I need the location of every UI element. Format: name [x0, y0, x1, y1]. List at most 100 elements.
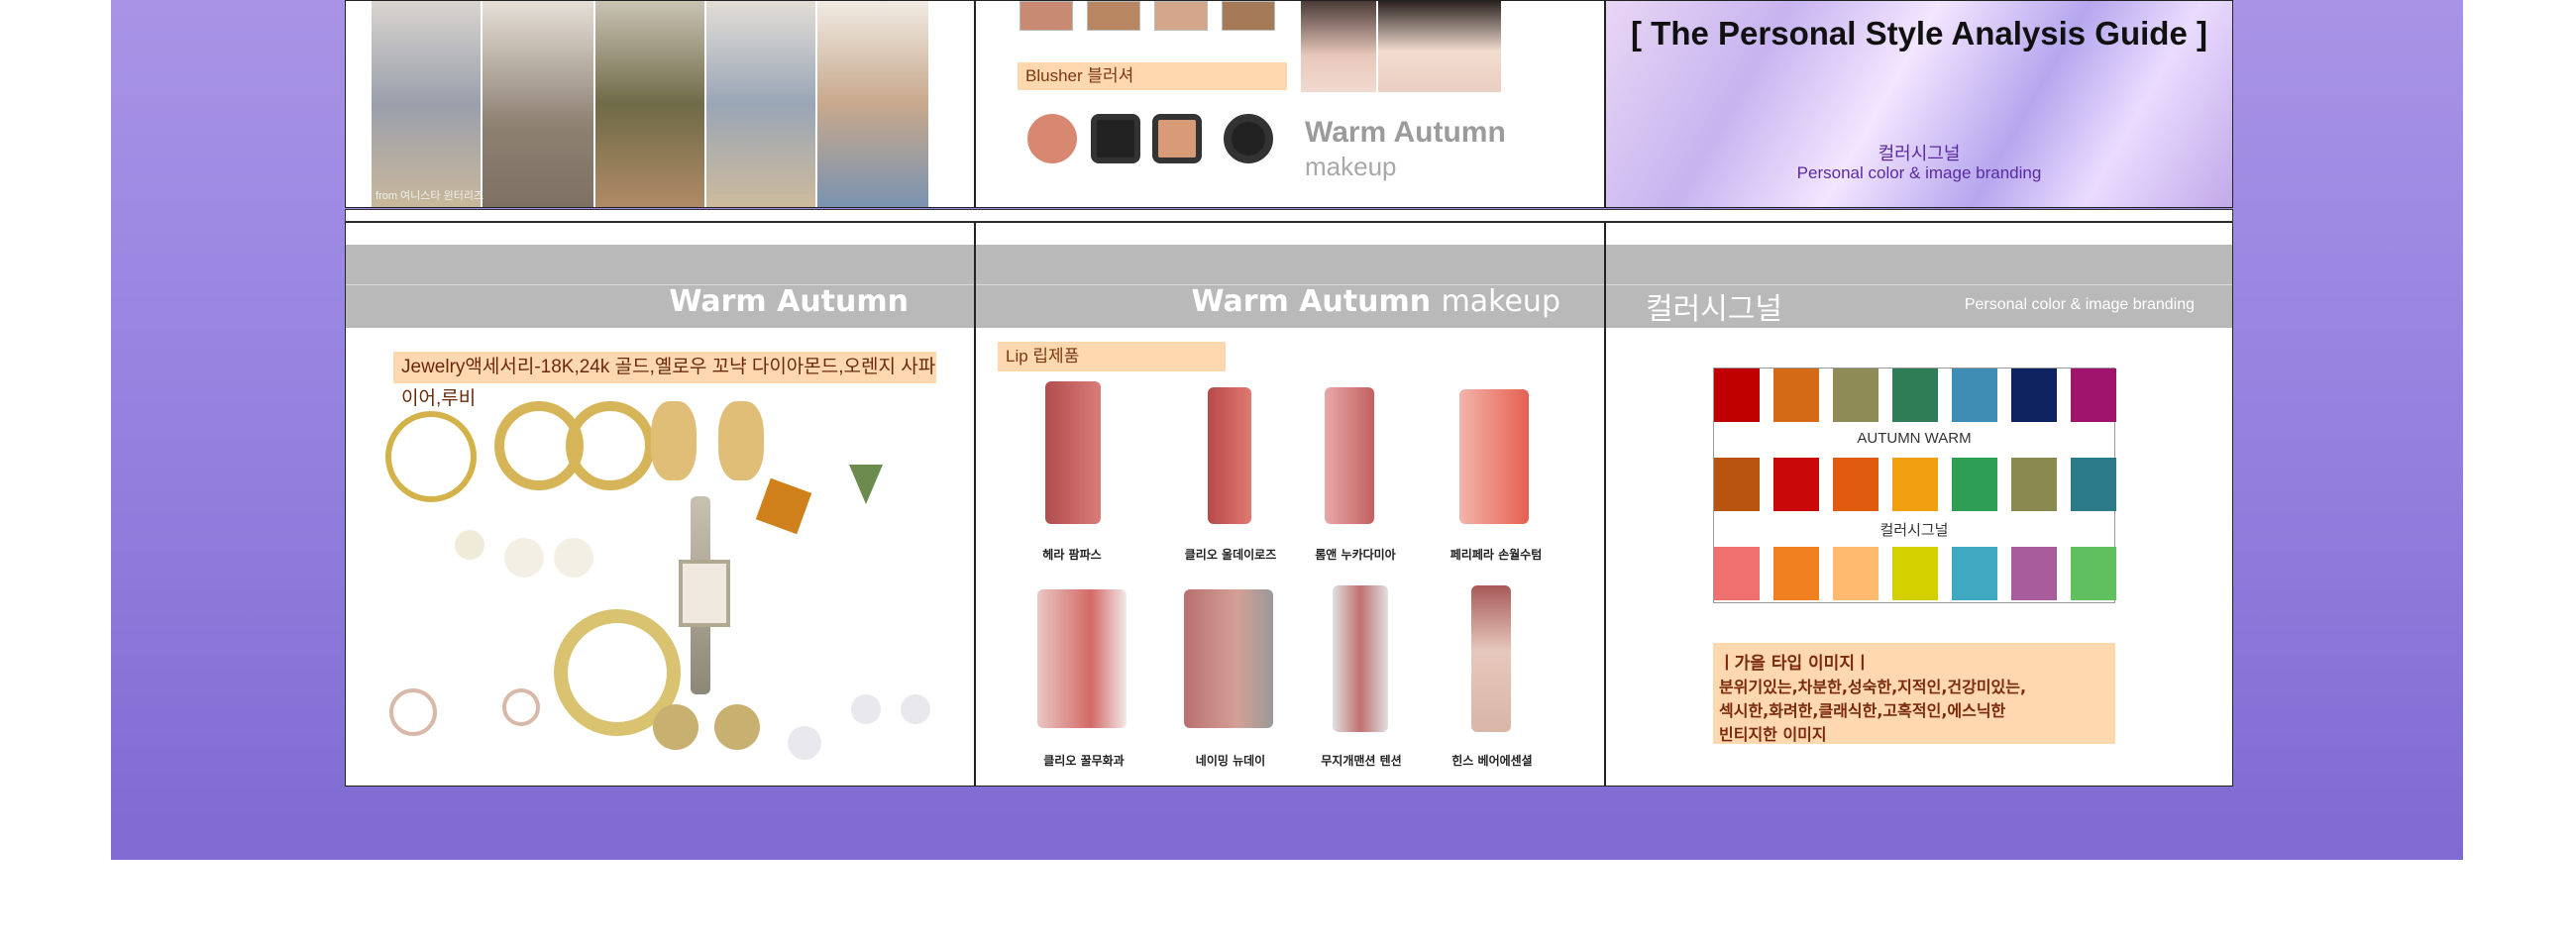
title-light: makeup — [1441, 284, 1560, 319]
ring-item — [385, 411, 477, 502]
lip-product — [1037, 589, 1127, 728]
color-swatch — [2071, 368, 2116, 422]
eyeshadow-palette — [1087, 1, 1140, 31]
earring-item — [653, 704, 698, 750]
panel-header: 컬러시그널 Personal color & image branding — [1606, 245, 2232, 328]
lip-name: 힌스 베어에센셜 — [1451, 754, 1533, 768]
diamond-pendant — [788, 726, 821, 760]
earring-item — [566, 401, 655, 490]
outfit-photo — [817, 1, 928, 207]
color-swatch — [1952, 368, 1997, 422]
lip-name: 페리페라 손월수텀 — [1449, 548, 1543, 562]
jewelry-panel: Warm Autumn Jewelry액세서리-18K,24k 골드,옐로우 꼬… — [345, 222, 975, 787]
color-swatch — [1833, 547, 1878, 600]
earring-item — [651, 401, 697, 480]
color-swatch — [1773, 458, 1819, 511]
makeup-subtitle: makeup — [1305, 152, 1397, 181]
watch-face — [679, 560, 730, 627]
model-face — [1301, 1, 1376, 92]
brand-en: Personal color & image branding — [1964, 296, 2195, 313]
lip-product — [1208, 387, 1251, 524]
image-title: ㅣ가을 타입 이미지ㅣ — [1719, 654, 1871, 674]
pearl-earring — [554, 538, 593, 578]
makeup-title: Warm Autumn — [1305, 116, 1506, 149]
outfit-photo — [595, 1, 704, 207]
lip-products-panel: Warm Autumn makeup Lip 립제품 헤라 팜파스 클리오 울데… — [975, 222, 1605, 787]
panel-header: Warm Autumn — [346, 245, 974, 328]
color-swatch — [1952, 458, 1997, 511]
panel-title: Warm Autumn makeup — [1191, 284, 1560, 319]
color-swatch — [2011, 458, 2057, 511]
color-swatch — [1773, 547, 1819, 600]
brand-en: Personal color & image branding — [1796, 163, 2042, 182]
color-swatch-grid: AUTUMN WARM 컬러시그널 — [1713, 368, 2116, 603]
color-palette-panel: 컬러시그널 Personal color & image branding AU… — [1605, 222, 2233, 787]
eyeshadow-palette — [1020, 1, 1073, 31]
pearl-earring — [504, 538, 544, 578]
outfit-photo — [706, 1, 815, 207]
color-swatch — [1833, 368, 1878, 422]
blusher-product — [1027, 114, 1077, 163]
color-swatch — [1714, 458, 1760, 511]
image-description: ㅣ가을 타입 이미지ㅣ 분위기있는,차분한,성숙한,지적인,건강미있는, 섹시한… — [1713, 643, 2115, 744]
brand-ko: 컬러시그널 — [1646, 292, 1782, 327]
color-swatch — [2011, 368, 2057, 422]
lip-product — [1333, 585, 1388, 732]
image-line: 분위기있는,차분한,성숙한,지적인,건강미있는, — [1719, 678, 2027, 696]
diamond-earring — [901, 694, 930, 724]
necklace-item — [502, 688, 540, 726]
lip-product — [1471, 585, 1511, 732]
eyeshadow-palette — [1154, 1, 1208, 31]
outfit-photos-panel: from 여니스타 윈터리즈 — [345, 0, 975, 208]
lip-product — [1045, 381, 1101, 524]
model-face — [1378, 1, 1501, 92]
jewelry-label: Jewelry액세서리-18K,24k 골드,옐로우 꼬냑 다이아몬드,오렌지 … — [393, 352, 936, 409]
lip-product — [1325, 387, 1374, 524]
color-swatch — [1892, 547, 1938, 600]
earring-item — [718, 401, 764, 480]
earring-item — [714, 704, 760, 750]
color-swatch — [2011, 547, 2057, 600]
diamond-earring — [851, 694, 881, 724]
guide-cover-panel: [ The Personal Style Analysis Guide ] 컬러… — [1605, 0, 2233, 208]
lip-label: Lip 립제품 — [998, 342, 1226, 371]
eyeshadow-palette — [1222, 1, 1275, 31]
row-label: AUTUMN WARM — [1857, 430, 1972, 447]
image-line: 섹시한,화려한,클래식한,고혹적인,에스닉한 — [1719, 701, 2006, 720]
outfit-photo — [483, 1, 593, 207]
divider-strip — [345, 209, 2233, 222]
color-swatch — [2071, 458, 2116, 511]
outfit-photo — [372, 1, 481, 207]
lip-name: 무지개맨션 텐션 — [1321, 754, 1402, 768]
color-swatch — [1952, 547, 1997, 600]
lip-product — [1459, 389, 1529, 524]
color-swatch — [2071, 547, 2116, 600]
lip-name: 클리오 꿀무화과 — [1043, 754, 1125, 768]
lip-name: 롬앤 누카다미아 — [1315, 548, 1396, 562]
blusher-product — [1091, 114, 1140, 163]
panel-title: Warm Autumn — [669, 284, 909, 319]
image-line: 빈티지한 이미지 — [1719, 725, 1827, 744]
makeup-top-panel: Blusher 블러셔 Warm Autumn makeup — [975, 0, 1605, 208]
color-swatch — [1892, 368, 1938, 422]
blusher-label: Blusher 블러셔 — [1018, 62, 1287, 90]
title-bold: Warm Autumn — [1191, 284, 1432, 319]
photo-credit: from 여니스타 윈터리즈 — [376, 190, 484, 202]
row-label: 컬러시그널 — [1879, 521, 1949, 539]
lip-name: 클리오 울데이로즈 — [1184, 548, 1277, 562]
color-swatch — [1833, 458, 1878, 511]
pendant-item — [849, 465, 883, 504]
lip-name: 네이밍 뉴데이 — [1195, 754, 1266, 768]
necklace-item — [389, 688, 437, 736]
pearl-earring — [455, 530, 484, 560]
color-swatch — [1892, 458, 1938, 511]
gem-ring — [755, 477, 812, 535]
color-swatch — [1714, 368, 1760, 422]
lip-name: 헤라 팜파스 — [1042, 548, 1102, 562]
blusher-product — [1224, 114, 1273, 163]
guide-title: [ The Personal Style Analysis Guide ] — [1631, 15, 2207, 52]
lip-product — [1184, 589, 1273, 728]
color-swatch — [1714, 547, 1760, 600]
panel-header: Warm Autumn makeup — [976, 245, 1604, 328]
color-swatch — [1773, 368, 1819, 422]
